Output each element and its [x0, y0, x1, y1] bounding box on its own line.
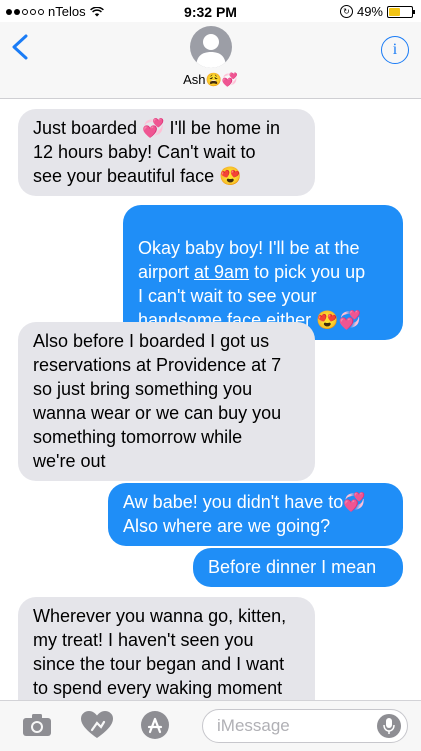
message-bubble-received[interactable]: Also before I boarded I got us reservati… — [18, 322, 315, 481]
message-bubble-received[interactable]: Wherever you wanna go, kitten, my treat!… — [18, 597, 315, 700]
imessage-placeholder: iMessage — [217, 716, 290, 735]
input-bar: iMessage — [0, 700, 421, 751]
camera-icon[interactable] — [22, 713, 52, 737]
message-bubble-sent[interactable]: Before dinner I mean — [193, 548, 403, 587]
rotation-lock-icon: ↻ — [339, 5, 353, 18]
message-bubble-sent[interactable]: Okay baby boy! I'll be at the airport at… — [123, 205, 403, 340]
chevron-left-icon[interactable] — [10, 34, 30, 60]
info-icon[interactable]: i — [381, 36, 409, 64]
contact-name[interactable]: Ash😩💞 — [0, 72, 421, 88]
message-bubble-received[interactable]: Just boarded 💞 I'll be home in 12 hours … — [18, 109, 315, 196]
microphone-icon[interactable] — [377, 714, 401, 738]
conversation-header: Ash😩💞 i — [0, 22, 421, 99]
message-bubble-sent[interactable]: Aw babe! you didn't have to💞 Also where … — [108, 483, 403, 546]
status-right: ↻ 49% — [339, 4, 415, 19]
contact-avatar[interactable] — [190, 26, 232, 68]
battery-percentage: 49% — [356, 4, 383, 19]
status-bar: nTelos 9:32 PM ↻ 49% — [0, 0, 421, 22]
digital-touch-icon[interactable] — [80, 710, 114, 740]
battery-icon — [387, 5, 415, 18]
time-link[interactable]: at 9am — [194, 262, 249, 282]
person-silhouette-icon — [196, 34, 226, 68]
imessage-input[interactable]: iMessage — [202, 709, 408, 743]
app-store-icon[interactable] — [140, 710, 170, 740]
message-thread[interactable]: Just boarded 💞 I'll be home in 12 hours … — [0, 99, 421, 700]
